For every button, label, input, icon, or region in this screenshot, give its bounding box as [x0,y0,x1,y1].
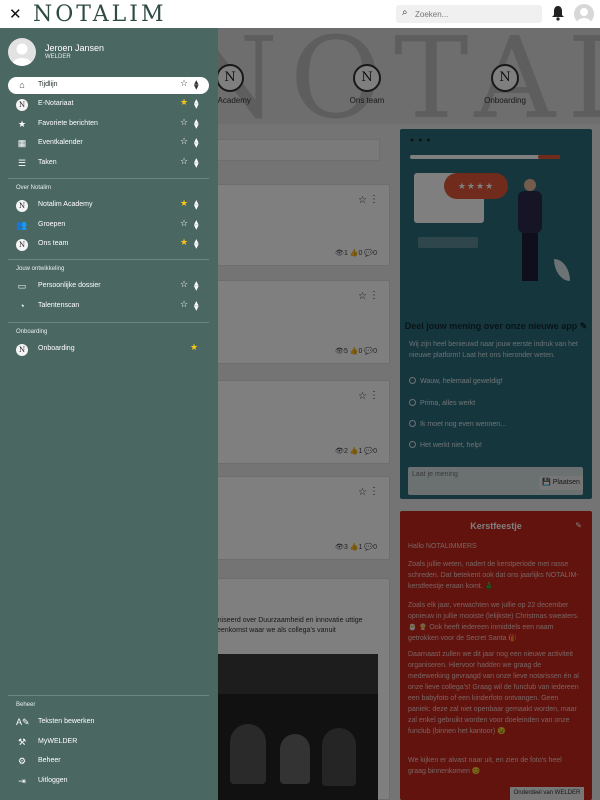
welder-icon: ⚒ [17,737,27,747]
drag-handle-icon[interactable]: ▲ ▼ [194,80,199,91]
nav-item-favoriete-berichten[interactable]: ★ Favoriete berichten ☆ ▲ ▼ [8,116,209,133]
users-icon: 👥 [16,220,28,230]
divider [8,178,209,179]
search-input[interactable] [415,6,535,22]
nav-item-label: Onboarding [38,345,75,352]
star-icon[interactable]: ☆ [180,137,188,147]
pie-chart-icon: ◔ [19,301,25,311]
nav-item-label: Notalim Academy [38,201,93,208]
nav-item-tijdlijn[interactable]: ⌂ Tijdlijn ☆ ▲ ▼ [8,77,209,94]
user-role: WELDER [45,54,71,60]
divider [8,695,209,696]
nav-item-label: MyWELDER [38,738,78,745]
section-title: Beheer [16,702,36,708]
tasks-icon: ☰ [17,158,27,168]
star-icon[interactable]: ☆ [180,79,188,89]
nav-item-notalim-academy[interactable]: N Notalim Academy ★ ▲ ▼ [8,197,209,214]
notalim-logo-icon: N [16,343,28,356]
star-icon[interactable]: ☆ [180,300,188,310]
star-icon[interactable]: ☆ [180,157,188,167]
divider [8,322,209,323]
text-edit-icon: A✎ [16,717,30,727]
gear-icon: ⚙ [17,756,27,766]
avatar[interactable] [8,38,36,66]
star-icon[interactable]: ★ [190,343,198,353]
nav-item-persoonlijke-dossier[interactable]: ▭ Persoonlijke dossier ☆ ▲ ▼ [8,278,209,295]
drag-handle-icon[interactable]: ▲ ▼ [194,158,199,169]
avatar[interactable] [574,4,594,24]
divider [8,259,209,260]
user-name: Jeroen Jansen [45,43,105,53]
nav-item-onboarding[interactable]: N Onboarding ★ [8,341,209,358]
drag-handle-icon[interactable]: ▲ ▼ [194,200,199,211]
nav-item-label: Taken [38,159,57,166]
nav-item-eventkalender[interactable]: ▦ Eventkalender ☆ ▲ ▼ [8,135,209,152]
section-title: Jouw ontwikkeling [16,266,65,272]
nav-item-label: Favoriete berichten [38,120,98,127]
star-icon[interactable]: ☆ [180,280,188,290]
drag-handle-icon[interactable]: ▲ ▼ [194,220,199,231]
drag-handle-icon[interactable]: ▲ ▼ [194,99,199,110]
nav-item-teksten-bewerken[interactable]: A✎ Teksten bewerken [8,714,209,731]
notalim-logo-icon: N [16,199,28,212]
nav-item-label: Ons team [38,240,69,247]
notalim-logo-icon: N [16,98,28,111]
nav-item-e-notariaat[interactable]: N E-Notariaat ★ ▲ ▼ [8,96,209,113]
close-icon[interactable]: ✕ [9,5,22,23]
drag-handle-icon[interactable]: ▲ ▼ [194,239,199,250]
nav-item-talentenscan[interactable]: ◔ Talentenscan ☆ ▲ ▼ [8,298,209,315]
home-icon: ⌂ [19,80,25,90]
calendar-icon: ▦ [17,138,27,148]
nav-item-label: Tijdlijn [38,81,58,88]
star-icon[interactable]: ☆ [180,219,188,229]
nav-item-uitloggen[interactable]: ⇥ Uitloggen [8,773,209,790]
nav-item-beheer[interactable]: ⚙ Beheer [8,753,209,770]
drag-handle-icon[interactable]: ▲ ▼ [194,281,199,292]
nav-item-label: Groepen [38,221,66,228]
search-box[interactable]: ⌕ [396,5,542,23]
drag-handle-icon[interactable]: ▲ ▼ [194,119,199,130]
logo[interactable]: NOTALIM [33,2,166,27]
nav-item-label: E-Notariaat [38,100,74,107]
top-bar: ✕ NOTALIM ⌕ [0,0,600,28]
nav-item-label: Teksten bewerken [38,718,95,725]
star-icon[interactable]: ☆ [180,118,188,128]
drag-handle-icon[interactable]: ▲ ▼ [194,301,199,312]
star-icon[interactable]: ★ [180,238,188,248]
section-title: Onboarding [16,329,48,335]
nav-item-label: Eventkalender [38,139,83,146]
nav-item-label: Talentenscan [38,302,80,309]
nav-item-taken[interactable]: ☰ Taken ☆ ▲ ▼ [8,155,209,172]
nav-item-ons-team[interactable]: N Ons team ★ ▲ ▼ [8,236,209,253]
search-icon: ⌕ [402,7,408,18]
drag-handle-icon[interactable]: ▲ ▼ [194,138,199,149]
nav-item-label: Persoonlijke dossier [38,282,101,289]
section-title: Over Notalim [16,185,52,191]
logout-icon: ⇥ [18,776,26,786]
star-icon[interactable]: ★ [180,98,188,108]
star-icon: ★ [17,119,27,129]
nav-item-groepen[interactable]: 👥 Groepen ☆ ▲ ▼ [8,217,209,234]
nav-item-label: Uitloggen [38,777,68,784]
side-drawer: Jeroen Jansen WELDER ⌂ Tijdlijn ☆ ▲ ▼ N E… [0,28,218,800]
star-icon[interactable]: ★ [180,199,188,209]
nav-item-mywelder[interactable]: ⚒ MyWELDER [8,734,209,751]
notalim-logo-icon: N [16,238,28,251]
bell-icon[interactable] [551,5,565,21]
nav-item-label: Beheer [38,757,61,764]
id-card-icon: ▭ [17,281,27,291]
